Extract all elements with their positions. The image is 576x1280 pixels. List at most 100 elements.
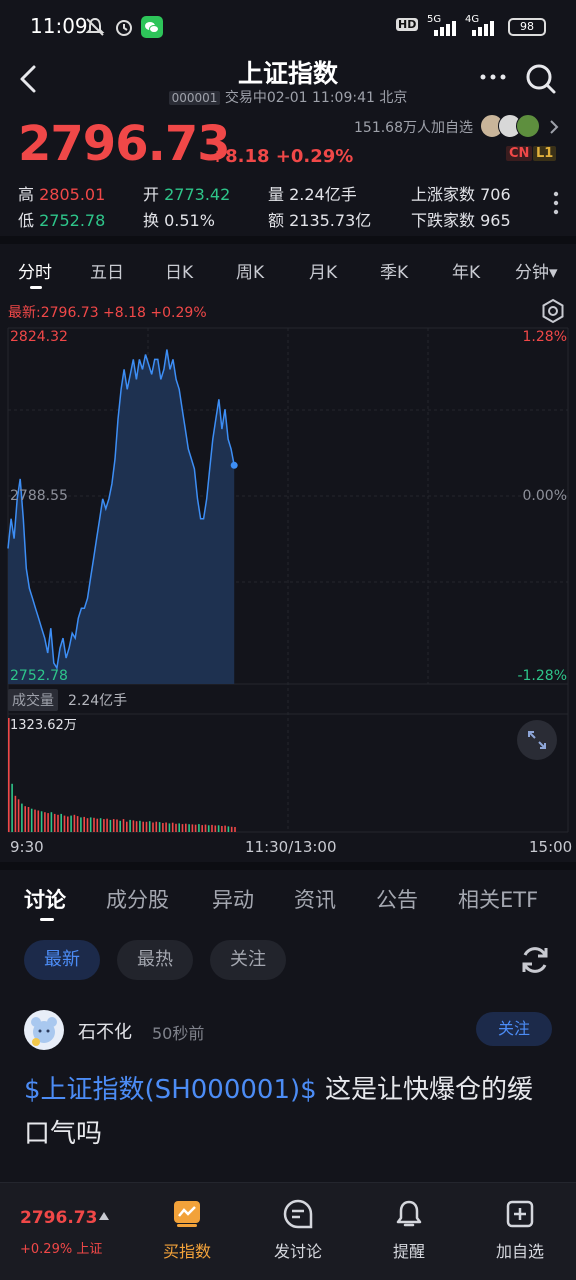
filter-latest[interactable]: 最新 — [24, 940, 100, 980]
more-icon[interactable] — [478, 62, 508, 92]
stat-advancers: 上涨家数 706 — [411, 185, 511, 204]
chevron-right-icon[interactable] — [548, 118, 560, 136]
post-body[interactable]: $上证指数(SH000001)$ 这是让快爆仓的缓口气吗 — [24, 1068, 554, 1156]
nav-post-label: 发讨论 — [273, 1242, 322, 1261]
time-label-start: 9:30 — [10, 838, 44, 856]
volume-bar — [89, 817, 92, 832]
stat-amount: 额 2135.73亿 — [268, 211, 372, 230]
tab-related-etf[interactable]: 相关ETF — [458, 884, 538, 914]
volume-bar — [63, 815, 66, 832]
pct-axis-mid-label: 0.00% — [522, 488, 567, 504]
tab-daily-k[interactable]: 日K — [165, 258, 193, 283]
filter-following[interactable]: 关注 — [210, 940, 286, 980]
nav-buy-label: 买指数 — [162, 1242, 211, 1261]
author-avatar[interactable] — [24, 1010, 64, 1050]
volume-bar — [214, 825, 217, 832]
tab-anomalies[interactable]: 异动 — [212, 884, 254, 914]
volume-bar — [148, 821, 151, 832]
volume-bar — [83, 816, 85, 832]
volume-bar — [40, 811, 43, 832]
filter-hottest[interactable]: 最热 — [117, 940, 193, 980]
volume-bar — [112, 819, 115, 832]
y-axis-mid-label: 2788.55 — [10, 488, 68, 504]
post-time: 50秒前 — [152, 1024, 205, 1043]
search-icon[interactable] — [524, 62, 558, 96]
volume-bar — [207, 825, 210, 832]
signal-5g-icon — [434, 21, 456, 36]
active-tab-indicator — [30, 286, 42, 289]
volume-bar — [27, 807, 30, 832]
volume-bar — [14, 795, 17, 832]
nav-change: +0.29% 上证 — [20, 1242, 103, 1257]
tab-weekly-k[interactable]: 周K — [236, 258, 264, 283]
volume-bar — [145, 821, 148, 832]
avatar-image — [31, 1017, 57, 1046]
y-axis-top-label: 2824.32 — [10, 329, 68, 345]
tab-intraday[interactable]: 分时 — [18, 258, 52, 283]
volume-bar — [73, 814, 76, 832]
volume-bar — [158, 822, 161, 832]
nav-buy-index[interactable]: 买指数 — [142, 1198, 232, 1262]
bell-icon — [396, 1200, 422, 1227]
volume-bar — [132, 820, 135, 832]
volume-bar — [50, 812, 53, 832]
volume-bar — [230, 826, 233, 832]
nav-alert[interactable]: 提醒 — [364, 1198, 454, 1262]
expand-icon — [528, 731, 546, 749]
volume-indicator-badge[interactable]: 成交量 — [8, 689, 58, 711]
volume-bar — [86, 818, 89, 832]
follow-button[interactable]: 关注 — [476, 1012, 552, 1046]
volume-bar — [30, 808, 33, 832]
tab-monthly-k[interactable]: 月K — [309, 258, 337, 283]
tab-discussion[interactable]: 讨论 — [24, 884, 66, 914]
section-divider — [0, 236, 576, 244]
volume-bar — [70, 815, 72, 832]
volume-bar — [37, 810, 40, 832]
tab-quarterly-k[interactable]: 季K — [380, 258, 408, 283]
pct-axis-top-label: 1.28% — [522, 329, 567, 345]
expand-up-icon[interactable] — [99, 1212, 109, 1220]
status-bar: 11:09 HD 5G 4G 98 — [0, 0, 576, 56]
refresh-icon[interactable] — [518, 943, 552, 977]
volume-bar — [119, 820, 121, 832]
intraday-chart[interactable] — [0, 326, 576, 856]
buy-chart-icon — [174, 1201, 200, 1227]
volume-bar — [96, 818, 99, 832]
nav-post-discussion[interactable]: 发讨论 — [253, 1198, 343, 1262]
stat-low: 低 2752.78 — [18, 211, 106, 230]
vertical-more-icon[interactable] — [550, 190, 562, 216]
volume-bar — [53, 813, 56, 832]
volume-bar — [47, 813, 49, 832]
follower-avatar — [516, 114, 540, 138]
section-divider — [0, 862, 576, 870]
tab-constituents[interactable]: 成分股 — [106, 884, 169, 914]
wechat-icon — [141, 16, 163, 38]
followers-count[interactable]: 151.68万人加自选 — [354, 117, 473, 137]
hd-icon: HD — [396, 18, 419, 31]
mute-icon — [85, 17, 105, 36]
tab-announcements[interactable]: 公告 — [376, 884, 418, 914]
nav-add-watchlist[interactable]: 加自选 — [475, 1198, 565, 1262]
volume-bars — [8, 718, 236, 832]
tab-news[interactable]: 资讯 — [294, 884, 336, 914]
volume-bar — [99, 818, 102, 832]
volume-bar — [106, 818, 108, 832]
chart-settings-icon[interactable] — [540, 298, 566, 324]
volume-bar — [204, 824, 207, 832]
stock-link[interactable]: $上证指数(SH000001)$ — [24, 1075, 317, 1105]
tab-five-day[interactable]: 五日 — [90, 258, 124, 283]
volume-bar — [217, 825, 220, 832]
post-author[interactable]: 石不化 — [78, 1018, 132, 1044]
comment-icon — [283, 1199, 313, 1229]
tab-yearly-k[interactable]: 年K — [452, 258, 480, 283]
tab-minute-dropdown[interactable]: 分钟▾ — [515, 258, 558, 283]
stat-high: 高 2805.01 — [18, 185, 106, 204]
volume-bar — [227, 826, 230, 832]
nav-price[interactable]: 2796.73 — [20, 1208, 97, 1228]
volume-bar — [129, 819, 131, 832]
add-box-icon — [506, 1200, 534, 1228]
expand-chart-button[interactable] — [517, 720, 557, 760]
time-label-end: 15:00 — [529, 838, 573, 856]
volume-bar — [116, 819, 118, 832]
y-axis-bottom-label: 2752.78 — [10, 668, 68, 684]
